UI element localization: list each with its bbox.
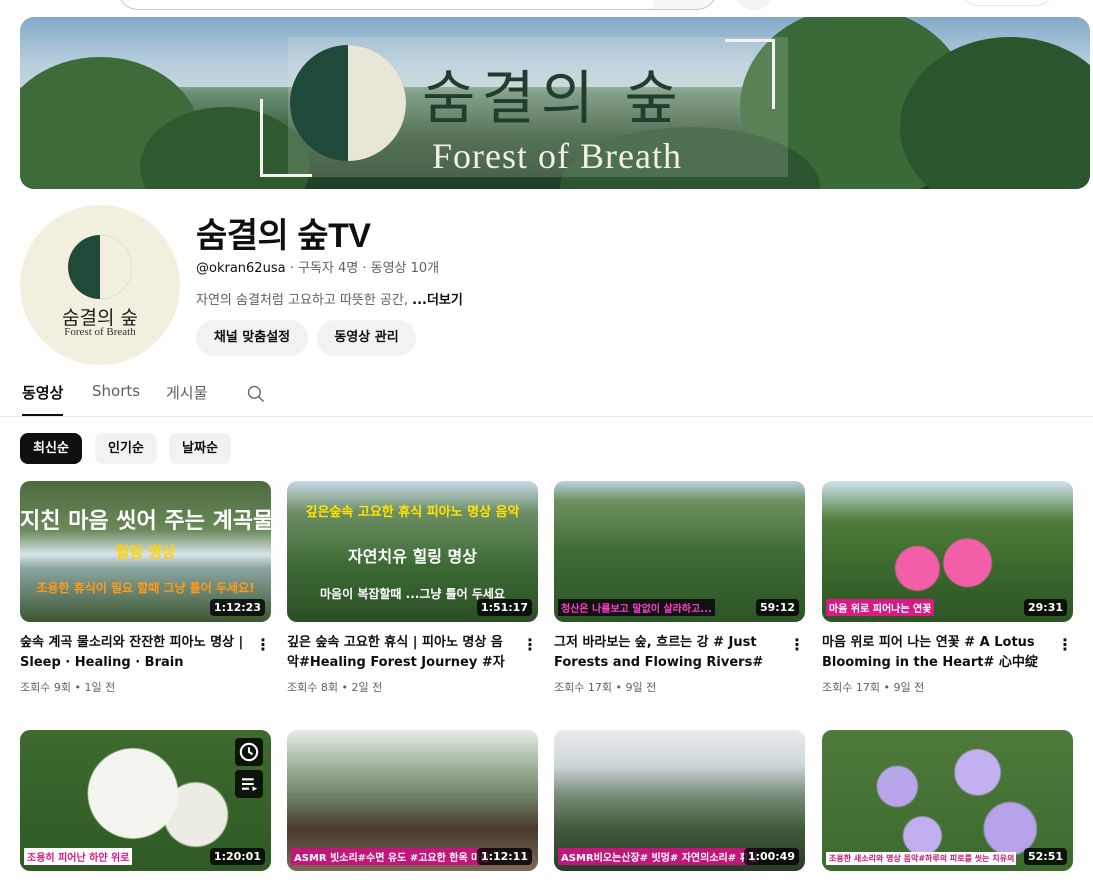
video-title[interactable]: 마음 위로 피어 나는 연꽃 # A Lotus Blooming in the… [822, 633, 1048, 673]
top-bar [0, 0, 1093, 12]
video-thumbnail[interactable]: 마음 위로 피어나는 연꽃 29:31 [822, 481, 1073, 622]
more-vert-icon[interactable]: ⋮ [255, 635, 271, 655]
more-vert-icon[interactable]: ⋮ [789, 635, 805, 655]
video-caption: 조용히 피어난 하얀 위로 [24, 848, 133, 865]
more-link[interactable]: ...더보기 [412, 293, 463, 308]
avatar-title-en: Forest of Breath [64, 326, 136, 338]
channel-tabs: 동영상 Shorts 게시물 [0, 378, 1093, 417]
video-count: 동영상 10개 [370, 261, 440, 276]
video-duration: 1:20:01 [209, 848, 265, 865]
tab-posts[interactable]: 게시물 [166, 382, 207, 416]
tab-videos[interactable]: 동영상 [22, 382, 64, 416]
video-duration: 29:31 [1023, 599, 1067, 616]
video-card[interactable]: 조용한 새소리와 명상 음악#하루의 피로를 씻는 치유의 시간 52:51 [822, 730, 1073, 871]
video-thumbnail[interactable]: 조용한 새소리와 명상 음악#하루의 피로를 씻는 치유의 시간 52:51 [822, 730, 1073, 871]
account-button[interactable] [960, 0, 1054, 6]
customize-channel-button[interactable]: 채널 맞춤설정 [196, 320, 308, 356]
video-thumbnail[interactable]: ASMR비오는산장# 빗멍# 자연의소리# 휴일엔 수면 1:00:49 [554, 730, 805, 871]
channel-handle: @okran62usa [196, 261, 286, 276]
banner-logo [290, 45, 406, 161]
clock-icon[interactable] [235, 738, 263, 766]
video-card[interactable]: 마음 위로 피어나는 연꽃 29:31 마음 위로 피어 나는 연꽃 # A L… [822, 481, 1073, 695]
video-caption: ASMR 빗소리#수면 유도 #고요한 한옥 마을 장독대 [291, 848, 491, 865]
tab-shorts[interactable]: Shorts [92, 382, 140, 416]
video-thumbnail[interactable]: 지친 마음 씻어 주는 계곡물 힐링 명상 조용한 휴식이 필요 할때 그냥 틀… [20, 481, 271, 622]
chip-latest[interactable]: 최신순 [20, 433, 82, 464]
video-thumbnail[interactable]: 청산은 나를보고 말없이 살라하고... 59:12 [554, 481, 805, 622]
channel-banner: 숨결의 숲 Forest of Breath [20, 17, 1090, 189]
video-card[interactable]: 조용히 피어난 하얀 위로 1:20:01 [20, 730, 271, 871]
subscriber-count: 구독자 4명 [297, 261, 359, 276]
video-thumbnail[interactable]: 깊은숲속 고요한 휴식 피아노 명상 음악 자연치유 힐링 명상 마음이 복잡할… [287, 481, 538, 622]
search-input[interactable] [118, 0, 658, 10]
video-duration: 1:51:17 [476, 599, 532, 616]
channel-name: 숨결의 숲TV [196, 217, 371, 255]
video-thumbnail[interactable]: 조용히 피어난 하얀 위로 1:20:01 [20, 730, 271, 871]
channel-meta: @okran62usa · 구독자 4명 · 동영상 10개 [196, 261, 440, 276]
channel-description: 자연의 숨결처럼 고요하고 따뜻한 공간, ...더보기 [196, 293, 463, 308]
video-card[interactable]: ASMR 빗소리#수면 유도 #고요한 한옥 마을 장독대 1:12:11 [287, 730, 538, 871]
search-icon[interactable] [246, 384, 266, 404]
video-duration: 1:12:11 [476, 848, 532, 865]
more-vert-icon[interactable]: ⋮ [1057, 635, 1073, 655]
video-meta: 조회수 8회 • 2일 전 [287, 681, 383, 694]
more-vert-icon[interactable]: ⋮ [522, 635, 538, 655]
video-meta: 조회수 9회 • 1일 전 [20, 681, 116, 694]
video-duration: 1:12:23 [209, 599, 265, 616]
banner-title-en: Forest of Breath [432, 136, 682, 176]
video-thumbnail[interactable]: ASMR 빗소리#수면 유도 #고요한 한옥 마을 장독대 1:12:11 [287, 730, 538, 871]
queue-icon[interactable] [235, 770, 263, 798]
channel-avatar[interactable]: 숨결의 숲 Forest of Breath [20, 205, 180, 365]
video-card[interactable]: ASMR비오는산장# 빗멍# 자연의소리# 휴일엔 수면 1:00:49 [554, 730, 805, 871]
banner-frame [725, 39, 775, 109]
video-meta: 조회수 17회 • 9일 전 [822, 681, 925, 694]
video-caption: ASMR비오는산장# 빗멍# 자연의소리# 휴일엔 수면 [558, 848, 758, 865]
banner-title-ko: 숨결의 숲 [422, 64, 684, 132]
chip-oldest[interactable]: 날짜순 [169, 433, 231, 464]
search-button[interactable] [653, 0, 717, 10]
video-duration: 1:00:49 [743, 848, 799, 865]
video-card[interactable]: 지친 마음 씻어 주는 계곡물 힐링 명상 조용한 휴식이 필요 할때 그냥 틀… [20, 481, 271, 695]
chip-popular[interactable]: 인기순 [95, 433, 157, 464]
video-card[interactable]: 청산은 나를보고 말없이 살라하고... 59:12 그저 바라보는 숲, 흐르… [554, 481, 805, 695]
video-caption: 청산은 나를보고 말없이 살라하고... [558, 599, 715, 616]
video-title[interactable]: 깊은 숲속 고요한 휴식 | 피아노 명상 음악#Healing Forest … [287, 633, 513, 673]
video-title[interactable]: 그저 바라보는 숲, 흐르는 강 # Just Forests and Flow… [554, 633, 780, 673]
video-duration: 52:51 [1023, 848, 1067, 865]
video-card[interactable]: 깊은숲속 고요한 휴식 피아노 명상 음악 자연치유 힐링 명상 마음이 복잡할… [287, 481, 538, 695]
avatar-logo [68, 235, 132, 299]
video-caption: 마음 위로 피어나는 연꽃 [826, 599, 935, 616]
video-meta: 조회수 17회 • 9일 전 [554, 681, 657, 694]
video-duration: 59:12 [755, 599, 799, 616]
manage-videos-button[interactable]: 동영상 관리 [317, 320, 416, 356]
video-caption: 조용한 새소리와 명상 음악#하루의 피로를 씻는 치유의 시간 [826, 852, 1016, 865]
voice-search-button[interactable] [734, 0, 774, 10]
video-title[interactable]: 숲속 계곡 물소리와 잔잔한 피아노 명상 | Sleep · Healing … [20, 633, 246, 673]
